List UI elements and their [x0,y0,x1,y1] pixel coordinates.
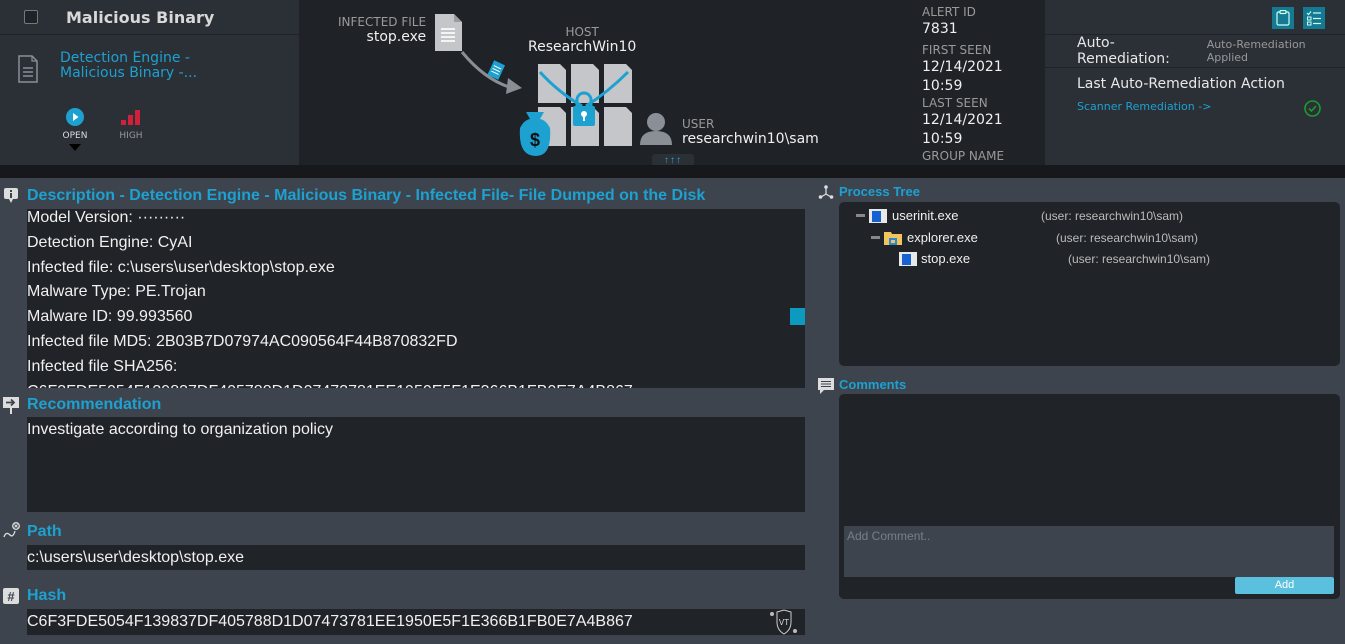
infected-file-value: stop.exe [366,29,427,45]
collapse-icon[interactable] [871,236,880,239]
description-line: Malware ID: 99.993560 [27,308,193,326]
comments-title: Comments [839,377,907,392]
comment-icon [818,378,834,394]
process-node[interactable]: stop.exe [899,251,970,266]
path-icon [3,522,20,538]
process-user: (user: researchwin10\sam) [1068,252,1211,266]
path-value: c:\users\user\desktop\stop.exe [27,549,244,566]
alert-link-line1: Detection Engine - [60,50,190,66]
first-seen-value: 12/14/2021 10:59 [922,59,1003,94]
last-seen-label: LAST SEEN [922,96,988,110]
host-label: HOST [565,25,599,39]
alert-id-label: ALERT ID [922,5,976,19]
path-title: Path [27,523,62,540]
hash-title: Hash [27,587,67,604]
svg-text:#: # [7,589,15,604]
alert-title: Malicious Binary [66,7,215,27]
comment-input[interactable] [844,526,1334,577]
auto-remediation-value: Auto-Remediation Applied [1206,38,1306,64]
clipboard-icon [1276,10,1290,26]
checklist-button[interactable] [1303,7,1325,29]
recommendation-text: Investigate according to organization po… [27,421,333,438]
signpost-arrow-icon [3,397,19,414]
ransomware-locked-files-icon: $ [519,64,632,156]
process-tree-title: Process Tree [839,184,920,199]
auto-remediation-label: Auto-Remediation: [1077,35,1170,67]
select-checkbox[interactable] [24,10,38,24]
description-box: Model Version: ········· Detection Engin… [27,209,805,388]
last-seen-value: 12/14/2021 10:59 [922,112,1003,147]
alert-id-value: 7831 [922,21,958,37]
section-divider [0,165,1345,178]
infected-file-info: INFECTED FILE stop.exe [338,15,426,45]
description-line: Infected file: c:\users\user\desktop\sto… [27,258,335,276]
info-comment-icon [4,188,18,203]
description-line: Infected file SHA256: [27,357,178,375]
process-name: userinit.exe [892,208,959,223]
transfer-arrow-icon [460,51,522,94]
svg-text:$: $ [530,130,540,150]
host-value: ResearchWin10 [528,39,637,55]
recommendation-box: Investigate according to organization po… [27,417,805,512]
process-tree-icon [818,185,834,199]
alert-meta: ALERT ID 7831 FIRST SEEN 12/14/2021 10:5… [922,5,1045,183]
alert-header: Malicious Binary Detection Engine - Mali… [0,0,1345,181]
process-user: (user: researchwin10\sam) [1041,209,1184,223]
user-value: researchwin10\sam [682,131,819,147]
first-seen-label: FIRST SEEN [922,43,992,57]
severity-indicator: HIGH [116,108,146,151]
document-icon [18,55,38,88]
hash-box: C6F3FDE5054F139837DF405788D1D07473781EE1… [27,609,805,635]
description-line: Detection Engine: CyAI [27,233,193,251]
process-tree-panel: userinit.exe (user: researchwin10\sam) e… [839,202,1340,366]
hash-icon: # [3,588,19,604]
clipboard-button[interactable] [1272,7,1294,29]
caret-down-icon [69,144,81,151]
add-comment-button[interactable]: Add [1235,577,1334,594]
description-scrollbar[interactable] [790,308,805,325]
status-label: OPEN [62,131,88,141]
hash-value: C6F3FDE5054F139837DF405788D1D07473781EE1… [27,613,633,630]
success-check-icon [1304,100,1321,117]
last-action-label: Last Auto-Remediation Action [1077,76,1285,92]
scanner-remediation-link[interactable]: Scanner Remediation -> [1077,100,1211,113]
remediation-card: Auto-Remediation: Auto-Remediation Appli… [1045,0,1345,165]
infected-file-label: INFECTED FILE [338,15,427,29]
executable-icon [869,208,887,223]
description-line: Infected file MD5: 2B03B7D07974AC090564F… [27,332,458,350]
user-info: USER researchwin10\sam [682,117,819,147]
recommendation-title: Recommendation [27,396,162,413]
description-line: Model Version: ········· [27,209,186,226]
status-open-button[interactable]: OPEN [60,108,90,151]
severity-label: HIGH [119,131,143,141]
description-title: Description - Detection Engine - Malicio… [27,187,706,204]
process-node[interactable]: explorer.exe [871,230,978,245]
host-info: HOST ResearchWin10 [528,25,636,55]
alert-detail-link[interactable]: Detection Engine - Malicious Binary -... [60,51,197,88]
user-label: USER [682,117,715,131]
description-line: C6F3FDE5054F139837DF405788D1D07473781EE1… [27,383,805,388]
user-avatar-icon [640,113,672,145]
process-name: explorer.exe [907,230,978,245]
checklist-icon [1306,11,1321,26]
vt-label: VT [779,618,789,627]
folder-icon [884,232,902,245]
comments-panel: Add [839,394,1340,599]
collapse-icon[interactable] [856,214,865,217]
process-user: (user: researchwin10\sam) [1056,231,1199,245]
play-circle-icon [66,108,84,126]
alert-summary-card: Malicious Binary Detection Engine - Mali… [0,0,299,165]
group-name-label: GROUP NAME [922,149,1005,163]
process-node[interactable]: userinit.exe [856,208,958,223]
infected-file-icon [435,14,462,51]
process-name: stop.exe [921,251,971,266]
severity-bars-icon [121,110,140,125]
path-box: c:\users\user\desktop\stop.exe [27,545,805,570]
attack-graphic: INFECTED FILE stop.exe HOST ResearchWin1… [300,0,1045,181]
description-line: Malware Type: PE.Trojan [27,283,206,301]
alert-link-line2: Malicious Binary -... [60,65,198,81]
executable-icon [899,251,917,266]
virustotal-shield-icon[interactable]: VT [769,609,799,635]
